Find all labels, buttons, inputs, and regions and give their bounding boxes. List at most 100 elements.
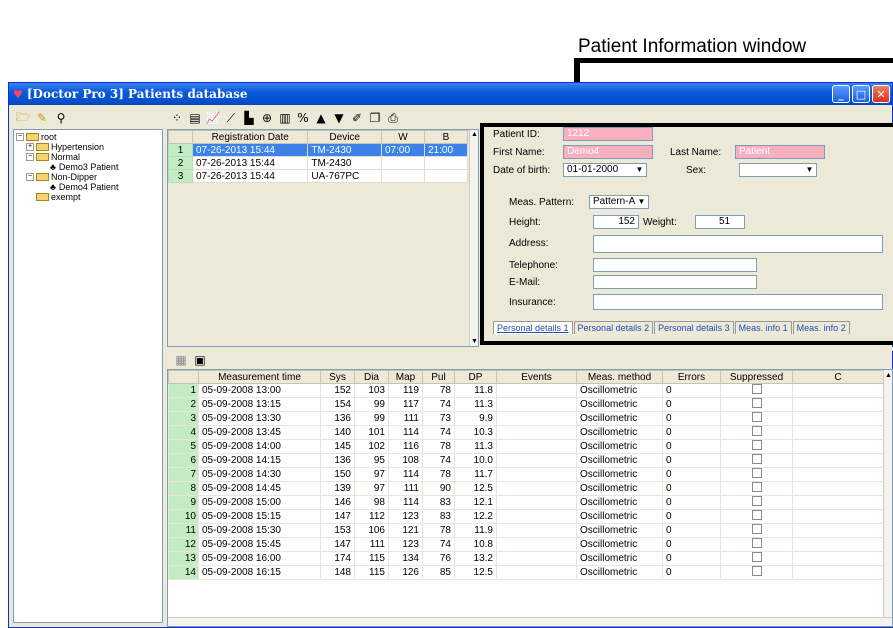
last-name-field[interactable]: Patient: [735, 145, 825, 159]
tree-item-demo4-patient[interactable]: ♣ Demo4 Patient: [16, 182, 160, 192]
column-header[interactable]: Meas. method: [576, 370, 663, 384]
row-number[interactable]: 6: [168, 453, 199, 468]
column-header[interactable]: Registration Date: [191, 130, 309, 144]
row-number[interactable]: 12: [168, 537, 199, 552]
table-row[interactable]: 5 05-09-2008 14:00 145 102 116 78 11.3 Oscillom…: [168, 439, 884, 454]
column-header[interactable]: Measurement time: [198, 370, 321, 384]
suppressed-checkbox[interactable]: [751, 524, 762, 534]
close-button[interactable]: ✕: [872, 85, 890, 103]
row-number[interactable]: 2: [168, 397, 199, 412]
column-header[interactable]: Events: [496, 370, 577, 384]
row-number[interactable]: 13: [168, 551, 199, 566]
maximize-button[interactable]: □: [852, 85, 870, 103]
suppressed-checkbox[interactable]: [751, 552, 762, 562]
chart-icon[interactable]: 📈: [205, 110, 221, 126]
suppressed-checkbox[interactable]: [751, 412, 762, 422]
row-number[interactable]: 2: [168, 156, 193, 170]
collapse-icon[interactable]: −: [26, 173, 34, 181]
suppressed-checkbox[interactable]: [751, 454, 762, 464]
collapse-icon[interactable]: −: [16, 133, 24, 141]
column-header[interactable]: Device: [307, 130, 382, 144]
minimize-button[interactable]: _: [832, 85, 850, 103]
email-field[interactable]: [593, 275, 757, 289]
sort-down-icon[interactable]: ▼: [331, 110, 347, 126]
suppressed-checkbox[interactable]: [751, 384, 762, 394]
vertical-scrollbar[interactable]: ▲: [883, 370, 892, 626]
scroll-down-icon[interactable]: ▼: [470, 337, 478, 346]
percent-icon[interactable]: %: [295, 110, 311, 126]
table-row[interactable]: 1 05-09-2008 13:00 152 103 119 78 11.8 Oscillom…: [168, 383, 884, 398]
column-header[interactable]: Sys: [320, 370, 355, 384]
splitter[interactable]: [167, 347, 893, 351]
tree-item-non-dipper[interactable]: − Non-Dipper: [16, 172, 160, 182]
dots-icon[interactable]: ⁘: [169, 110, 185, 126]
sort-up-icon[interactable]: ▲: [313, 110, 329, 126]
edit-icon[interactable]: ✐: [349, 110, 365, 126]
tree-item-root[interactable]: − root: [16, 132, 160, 142]
table-row[interactable]: 7 05-09-2008 14:30 150 97 114 78 11.7 Oscillome…: [168, 467, 884, 482]
tab-personal-details-2[interactable]: Personal details 2: [573, 321, 654, 334]
insurance-field[interactable]: [593, 294, 883, 310]
histogram-icon[interactable]: ▥: [277, 110, 293, 126]
column-header[interactable]: C: [792, 370, 884, 384]
table-row[interactable]: 13 05-09-2008 16:00 174 115 134 76 13.2 Oscillo…: [168, 551, 884, 566]
suppressed-checkbox[interactable]: [751, 510, 762, 520]
edit-folder-icon[interactable]: ✎: [34, 110, 50, 126]
chevron-down-icon[interactable]: ▼: [804, 165, 815, 175]
scroll-up-icon[interactable]: ▲: [884, 371, 892, 380]
row-number[interactable]: 5: [168, 439, 199, 454]
title-bar[interactable]: ♥ [Doctor Pro 3] Patients database _ □ ✕: [9, 83, 892, 105]
row-number[interactable]: 4: [168, 425, 199, 440]
grid-view-icon[interactable]: ▦: [173, 352, 189, 368]
tab-personal-details-3[interactable]: Personal details 3: [654, 321, 734, 334]
row-number[interactable]: 1: [168, 383, 199, 398]
table-row[interactable]: 4 05-09-2008 13:45 140 101 114 74 10.3 Oscillom…: [168, 425, 884, 440]
suppressed-checkbox[interactable]: [751, 538, 762, 548]
table-row[interactable]: 8 05-09-2008 14:45 139 97 111 90 12.5 Oscillome…: [168, 481, 884, 496]
pattern-dropdown[interactable]: Pattern-A ▼: [589, 195, 649, 209]
image-view-icon[interactable]: ▣: [192, 352, 208, 368]
table-row[interactable]: 6 05-09-2008 14:15 136 95 108 74 10.0 Oscillome…: [168, 453, 884, 468]
row-number[interactable]: 10: [168, 509, 199, 524]
suppressed-checkbox[interactable]: [751, 398, 762, 408]
column-header[interactable]: Suppressed: [720, 370, 793, 384]
tab-personal-details-1[interactable]: Personal details 1: [493, 321, 573, 334]
chevron-down-icon[interactable]: ▼: [636, 197, 647, 207]
column-header[interactable]: DP: [454, 370, 497, 384]
weight-field[interactable]: 51: [695, 215, 745, 229]
sex-dropdown[interactable]: ▼: [739, 163, 817, 177]
column-header[interactable]: W: [380, 130, 425, 144]
row-number[interactable]: 9: [168, 495, 199, 510]
row-number[interactable]: 8: [168, 481, 199, 496]
tree-item-normal[interactable]: − Normal: [16, 152, 160, 162]
column-header[interactable]: Errors: [662, 370, 721, 384]
vertical-scrollbar[interactable]: ▲ ▼: [469, 130, 478, 346]
telephone-field[interactable]: [593, 258, 757, 272]
row-number[interactable]: 11: [168, 523, 199, 538]
tree-item-exempt[interactable]: exempt: [16, 192, 160, 202]
dob-dropdown[interactable]: 01-01-2000 ▼: [563, 163, 647, 177]
suppressed-checkbox[interactable]: [751, 482, 762, 492]
trend-icon[interactable]: ⟋: [223, 110, 239, 126]
copy-icon[interactable]: ❐: [367, 110, 383, 126]
report-icon[interactable]: ▤: [187, 110, 203, 126]
suppressed-checkbox[interactable]: [751, 496, 762, 506]
suppressed-checkbox[interactable]: [751, 468, 762, 478]
first-name-field[interactable]: Demo4: [563, 145, 653, 159]
table-row[interactable]: 3 07-26-2013 15:44 UA-767PC: [168, 169, 469, 183]
expand-icon[interactable]: +: [26, 143, 34, 151]
suppressed-checkbox[interactable]: [751, 566, 762, 576]
address-field[interactable]: [593, 235, 883, 253]
table-row[interactable]: 3 05-09-2008 13:30 136 99 111 73 9.9 Oscillomet…: [168, 411, 884, 426]
row-number[interactable]: 14: [168, 565, 199, 580]
column-header[interactable]: Pul: [422, 370, 455, 384]
row-number[interactable]: 3: [168, 169, 193, 183]
height-field[interactable]: 152: [593, 215, 639, 229]
print-icon[interactable]: ⎙: [385, 110, 401, 126]
table-row[interactable]: 1 07-26-2013 15:44 TM-2430 07:00 21:00: [168, 143, 469, 157]
table-row[interactable]: 2 07-26-2013 15:44 TM-2430: [168, 156, 469, 170]
tree-item-hypertension[interactable]: + Hypertension: [16, 142, 160, 152]
row-number[interactable]: 7: [168, 467, 199, 482]
horizontal-scrollbar[interactable]: [168, 617, 892, 626]
collapse-icon[interactable]: −: [26, 153, 34, 161]
